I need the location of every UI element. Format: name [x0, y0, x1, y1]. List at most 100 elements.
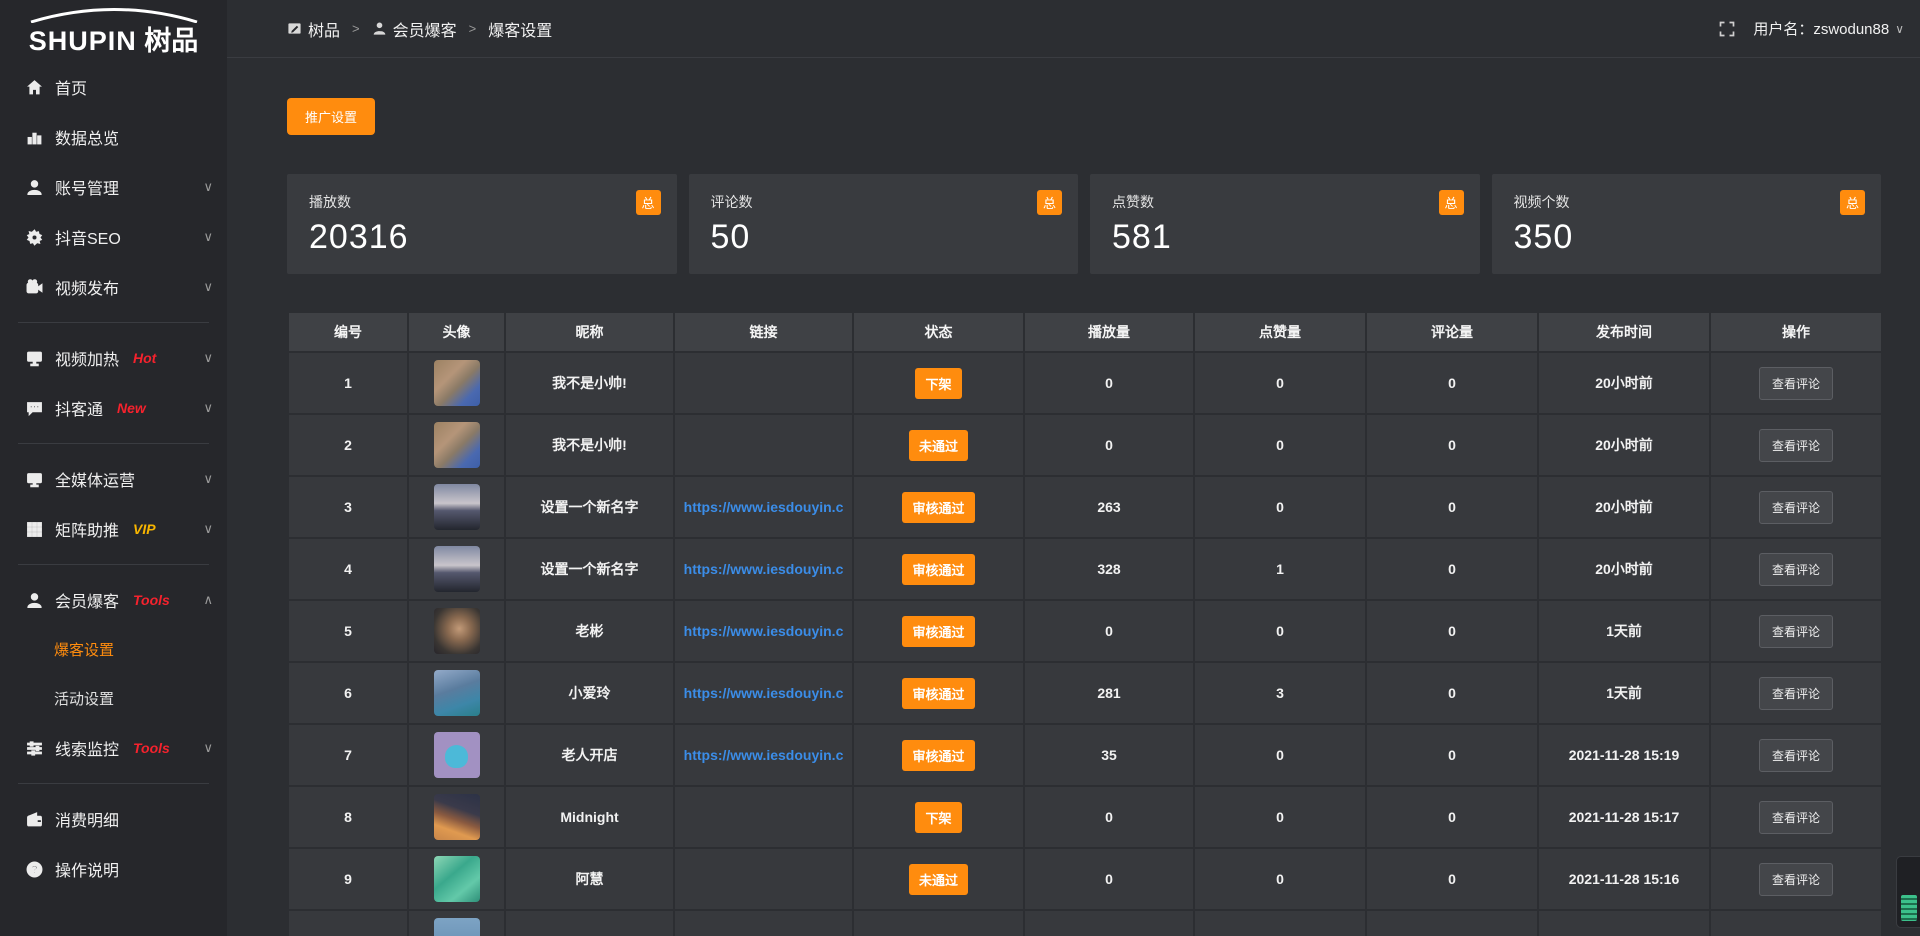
- cell-time: 20小时前: [1538, 414, 1710, 476]
- video-link[interactable]: https://www.iesdouyin.c: [684, 561, 844, 577]
- cell-action: 查看评论: [1710, 786, 1882, 848]
- sidebar-item-首页[interactable]: 首页: [0, 62, 227, 112]
- cell-nickname: 小爱玲: [505, 662, 674, 724]
- cell-avatar: [408, 538, 505, 600]
- floating-widget[interactable]: [1896, 856, 1920, 928]
- cell-link: [674, 786, 853, 848]
- cell-link: [674, 352, 853, 414]
- cell-nickname: 我不是小帅!: [505, 352, 674, 414]
- sidebar-item-label: 抖客通: [55, 396, 103, 420]
- table-row: 9 阿慧 未通过 0 0 0 2021-11-28 15:16 查看评论: [288, 848, 1882, 910]
- cell-time: 1天前: [1538, 662, 1710, 724]
- chart-icon: [26, 129, 45, 146]
- avatar: [434, 484, 480, 530]
- cell-number: 1: [288, 352, 408, 414]
- view-comments-button[interactable]: 查看评论: [1759, 367, 1833, 400]
- sidebar-item-账号管理[interactable]: 账号管理 ∨: [0, 162, 227, 212]
- cell-number: 10: [288, 910, 408, 936]
- avatar: [434, 918, 480, 936]
- cell-time: 20小时前: [1538, 476, 1710, 538]
- sidebar-item-操作说明[interactable]: ? 操作说明: [0, 844, 227, 894]
- view-comments-button[interactable]: 查看评论: [1759, 553, 1833, 586]
- cell-avatar: [408, 848, 505, 910]
- cell-avatar: [408, 352, 505, 414]
- sidebar-item-矩阵助推[interactable]: 矩阵助推 VIP ∨: [0, 504, 227, 554]
- cell-status: 审核通过: [853, 662, 1024, 724]
- video-icon: [26, 279, 45, 296]
- sidebar-item-线索监控[interactable]: 线索监控 Tools ∨: [0, 723, 227, 773]
- video-link[interactable]: https://www.iesdouyin.c: [684, 623, 844, 639]
- logo-text-en: SHUPIN: [29, 26, 137, 56]
- sidebar-item-label: 操作说明: [55, 857, 119, 881]
- chevron-down-icon: ∨: [203, 471, 213, 487]
- cell-plays: 0: [1024, 848, 1194, 910]
- video-link[interactable]: https://www.iesdouyin.c: [684, 685, 844, 701]
- video-link[interactable]: https://www.iesdouyin.c: [684, 499, 844, 515]
- status-badge: 审核通过: [902, 616, 974, 647]
- status-badge: 下架: [915, 368, 961, 399]
- video-link[interactable]: https://www.iesdouyin.c: [684, 747, 844, 763]
- table-row: 5 老彬 https://www.iesdouyin.c 审核通过 0 0 0 …: [288, 600, 1882, 662]
- cell-status: 审核通过: [853, 600, 1024, 662]
- view-comments-button[interactable]: 查看评论: [1759, 615, 1833, 648]
- cell-status: [853, 910, 1024, 936]
- cell-comments: 0: [1366, 600, 1538, 662]
- cell-action: 查看评论: [1710, 538, 1882, 600]
- avatar: [434, 856, 480, 902]
- breadcrumb-item-树品[interactable]: 树品: [287, 17, 340, 41]
- avatar: [434, 794, 480, 840]
- table-row: 10: [288, 910, 1882, 936]
- breadcrumb-item-爆客设置: 爆客设置: [488, 17, 552, 41]
- cell-action: [1710, 910, 1882, 936]
- stat-cards: 播放数 20316 总 评论数 50 总 点赞数 581 总 视频个数 350 …: [287, 174, 1881, 274]
- column-header-头像: 头像: [408, 312, 505, 352]
- cell-nickname: 老彬: [505, 600, 674, 662]
- table-row: 2 我不是小帅! 未通过 0 0 0 20小时前 查看评论: [288, 414, 1882, 476]
- divider: [18, 783, 209, 784]
- sidebar-item-消费明细[interactable]: 消费明细: [0, 794, 227, 844]
- cell-likes: 0: [1194, 724, 1366, 786]
- sidebar-item-抖音SEO[interactable]: 抖音SEO ∨: [0, 212, 227, 262]
- sidebar-item-数据总览[interactable]: 数据总览: [0, 112, 227, 162]
- sidebar-subitem-爆客设置[interactable]: 爆客设置: [0, 625, 227, 674]
- breadcrumb-item-会员爆客[interactable]: 会员爆客: [372, 17, 457, 41]
- view-comments-button[interactable]: 查看评论: [1759, 677, 1833, 710]
- user-menu[interactable]: 用户名：zswodun88 ∨: [1753, 18, 1904, 39]
- grid-icon: [26, 521, 45, 538]
- cell-likes: 0: [1194, 476, 1366, 538]
- column-header-点赞量: 点赞量: [1194, 312, 1366, 352]
- cell-likes: 0: [1194, 600, 1366, 662]
- fullscreen-icon[interactable]: [1719, 21, 1735, 37]
- stat-label: 视频个数: [1514, 192, 1860, 212]
- page-content: 推广设置 播放数 20316 总 评论数 50 总 点赞数 581 总 视频个数…: [227, 58, 1920, 936]
- cell-time: 2021-11-28 15:16: [1538, 848, 1710, 910]
- sidebar-item-全媒体运营[interactable]: 全媒体运营 ∨: [0, 454, 227, 504]
- cell-status: 未通过: [853, 414, 1024, 476]
- view-comments-button[interactable]: 查看评论: [1759, 801, 1833, 834]
- avatar: [434, 360, 480, 406]
- avatar: [434, 546, 480, 592]
- table-row: 6 小爱玲 https://www.iesdouyin.c 审核通过 281 3…: [288, 662, 1882, 724]
- cell-link: [674, 848, 853, 910]
- sidebar-item-抖客通[interactable]: 抖客通 New ∨: [0, 383, 227, 433]
- cell-nickname: 老人开店: [505, 724, 674, 786]
- cell-status: 未通过: [853, 848, 1024, 910]
- cell-number: 7: [288, 724, 408, 786]
- cell-action: 查看评论: [1710, 600, 1882, 662]
- view-comments-button[interactable]: 查看评论: [1759, 429, 1833, 462]
- sidebar-item-label: 视频发布: [55, 275, 119, 299]
- sidebar-item-会员爆客[interactable]: 会员爆客 Tools ∧: [0, 575, 227, 625]
- cell-plays: 35: [1024, 724, 1194, 786]
- sidebar-subitem-活动设置[interactable]: 活动设置: [0, 674, 227, 723]
- promo-settings-button[interactable]: 推广设置: [287, 98, 375, 135]
- view-comments-button[interactable]: 查看评论: [1759, 863, 1833, 896]
- sidebar-item-视频加热[interactable]: 视频加热 Hot ∨: [0, 333, 227, 383]
- sidebar-item-视频发布[interactable]: 视频发布 ∨: [0, 262, 227, 312]
- view-comments-button[interactable]: 查看评论: [1759, 739, 1833, 772]
- cell-comments: 0: [1366, 352, 1538, 414]
- stat-value: 50: [711, 218, 1057, 257]
- view-comments-button[interactable]: 查看评论: [1759, 491, 1833, 524]
- cell-avatar: [408, 786, 505, 848]
- total-badge: 总: [636, 190, 661, 215]
- cell-action: 查看评论: [1710, 476, 1882, 538]
